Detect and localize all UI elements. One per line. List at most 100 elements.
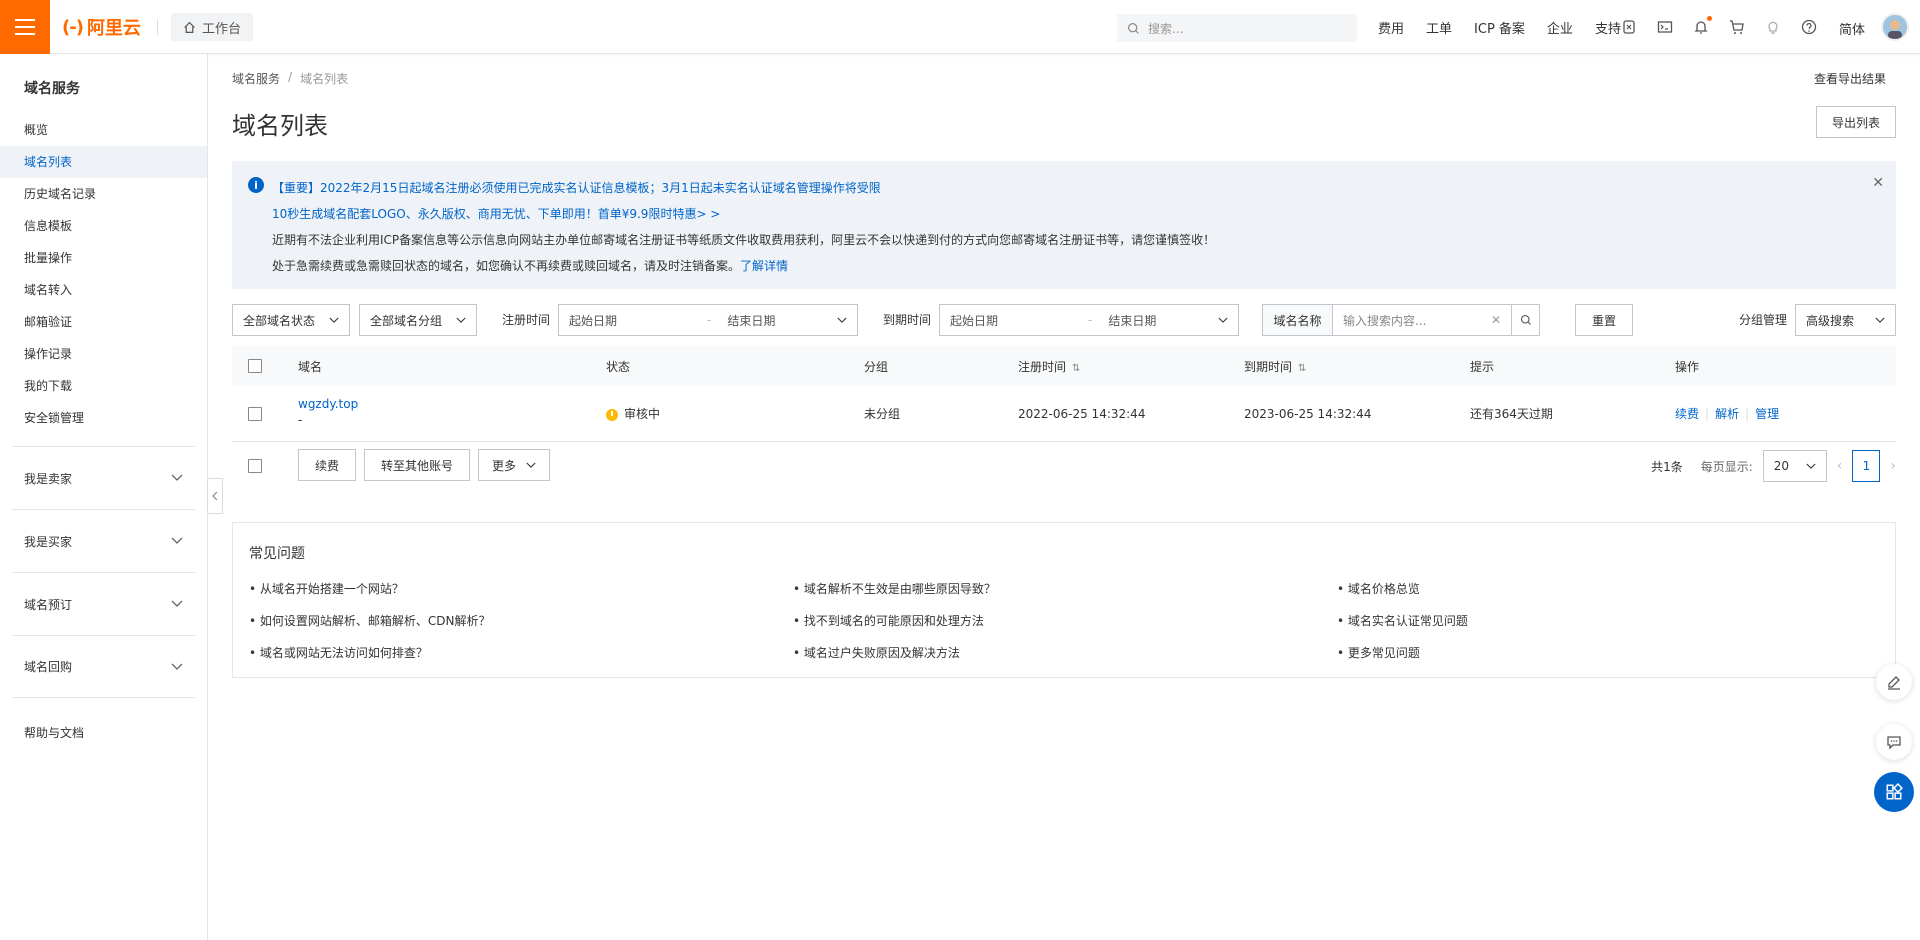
lightbulb-icon[interactable] (1764, 18, 1782, 36)
advanced-search-button[interactable]: 高级搜索 (1795, 304, 1896, 336)
sidebar-group-reserve[interactable]: 域名预订 (12, 572, 195, 635)
search-placeholder: 搜索... (1148, 21, 1184, 36)
top-link-ticket[interactable]: 工单 (1426, 18, 1452, 37)
sidebar-item-security-lock[interactable]: 安全锁管理 (0, 402, 207, 434)
exp-time-label: 到期时间 (883, 313, 932, 327)
view-export-result-link[interactable]: 查看导出结果 (1814, 70, 1886, 87)
prev-page-icon[interactable]: ‹ (1837, 458, 1843, 474)
transfer-account-button[interactable]: 转至其他账号 (364, 449, 470, 481)
notification-dot (1707, 16, 1712, 21)
reg-time-cell: 2022-06-25 14:32:44 (1018, 406, 1146, 421)
faq-link[interactable]: • 更多常见问题 (1337, 645, 1468, 677)
sidebar-item-history[interactable]: 历史域名记录 (0, 178, 207, 210)
terminal-icon[interactable] (1656, 18, 1674, 36)
apps-icon (1886, 783, 1903, 800)
logo-divider (157, 19, 158, 35)
notice-logo-promo[interactable]: 10秒生成域名配套LOGO、永久版权、商用无忧、下单即用！首单¥9.9限时特惠>… (272, 201, 1876, 227)
domain-table: 域名 状态 分组 注册时间 ⇅ 到期时间 ⇅ 提示 操作 wgzdy.top - 审… (232, 346, 1896, 442)
top-link-support[interactable]: 支持 (1595, 18, 1621, 37)
faq-link[interactable]: • 域名价格总览 (1337, 581, 1468, 613)
apps-button[interactable] (1874, 772, 1914, 812)
sidebar-item-transfer-in[interactable]: 域名转入 (0, 274, 207, 306)
chat-button[interactable] (1876, 724, 1912, 760)
next-page-icon[interactable]: › (1890, 458, 1896, 474)
faq-link[interactable]: • 域名解析不生效是由哪些原因导致？ (793, 581, 996, 613)
exp-date-range-picker[interactable]: 起始日期 - 结束日期 (939, 304, 1239, 336)
sidebar-group-buyer[interactable]: 我是买家 (12, 509, 195, 572)
row-checkbox[interactable] (248, 407, 262, 421)
faq-link[interactable]: • 域名实名认证常见问题 (1337, 613, 1468, 645)
sidebar-help-docs[interactable]: 帮助与文档 (24, 724, 84, 741)
export-list-button[interactable]: 导出列表 (1816, 106, 1896, 138)
reg-date-range-picker[interactable]: 起始日期 - 结束日期 (558, 304, 858, 336)
reset-button[interactable]: 重置 (1575, 304, 1633, 336)
manage-link[interactable]: 管理 (1755, 407, 1779, 421)
top-link-enterprise[interactable]: 企业 (1547, 18, 1573, 37)
select-all-checkbox[interactable] (248, 359, 262, 373)
bulk-renew-button[interactable]: 续费 (298, 449, 356, 481)
help-icon[interactable] (1800, 18, 1818, 36)
hamburger-menu-button[interactable] (0, 0, 50, 54)
app-icon[interactable] (1620, 18, 1638, 36)
sidebar-item-downloads[interactable]: 我的下载 (0, 370, 207, 402)
per-page-label: 每页显示: (1700, 459, 1753, 474)
aliyun-logo[interactable]: (-) 阿里云 (62, 14, 141, 40)
sidebar-collapse-handle[interactable] (207, 478, 223, 514)
domain-status-select[interactable]: 全部域名状态 (232, 304, 350, 336)
edit-feedback-button[interactable] (1876, 664, 1912, 700)
sidebar-item-templates[interactable]: 信息模板 (0, 210, 207, 242)
bulk-select-checkbox[interactable] (248, 459, 262, 473)
col-domain: 域名 (298, 359, 323, 374)
col-exp-time[interactable]: 到期时间 ⇅ (1244, 358, 1306, 375)
status-badge: 审核中 (624, 407, 661, 421)
search-button[interactable] (1512, 304, 1540, 336)
sort-icon: ⇅ (1298, 362, 1307, 374)
bell-icon[interactable] (1692, 16, 1712, 36)
sidebar-item-overview[interactable]: 概览 (0, 114, 207, 146)
language-switch[interactable]: 简体 (1839, 19, 1865, 38)
breadcrumb-root[interactable]: 域名服务 (232, 70, 280, 87)
close-icon[interactable]: ✕ (1872, 175, 1884, 191)
table-header: 域名 状态 分组 注册时间 ⇅ 到期时间 ⇅ 提示 操作 (232, 346, 1896, 386)
global-search-input[interactable]: 搜索... (1117, 14, 1357, 42)
workbench-button[interactable]: 工作台 (171, 13, 254, 41)
domain-search-input[interactable]: 输入搜索内容... ✕ (1332, 304, 1512, 336)
domain-link[interactable]: wgzdy.top (298, 397, 358, 411)
cart-icon[interactable] (1728, 18, 1746, 36)
sidebar-item-operation-log[interactable]: 操作记录 (0, 338, 207, 370)
renew-link[interactable]: 续费 (1675, 407, 1699, 421)
exp-time-cell: 2023-06-25 14:32:44 (1244, 406, 1372, 421)
learn-more-link[interactable]: 了解详情 (740, 259, 788, 273)
more-actions-button[interactable]: 更多 (478, 449, 550, 481)
sidebar-item-email-verify[interactable]: 邮箱验证 (0, 306, 207, 338)
sidebar-group-label: 我是买家 (24, 534, 73, 549)
sidebar: 域名服务 概览 域名列表 历史域名记录 信息模板 批量操作 域名转入 邮箱验证 … (0, 54, 208, 940)
faq-link[interactable]: • 域名或网站无法访问如何排查？ (249, 645, 491, 677)
sidebar-group-seller[interactable]: 我是卖家 (12, 446, 195, 509)
sidebar-item-domain-list[interactable]: 域名列表 (0, 146, 207, 178)
domain-group-select[interactable]: 全部域名分组 (359, 304, 477, 336)
clear-icon[interactable]: ✕ (1491, 313, 1501, 327)
dns-resolve-link[interactable]: 解析 (1715, 407, 1739, 421)
search-field-label[interactable]: 域名名称 (1262, 304, 1332, 336)
faq-link[interactable]: • 域名过户失败原因及解决方法 (793, 645, 996, 677)
sidebar-group-buyback[interactable]: 域名回购 (12, 635, 195, 698)
total-count: 共1条 (1651, 459, 1683, 474)
sidebar-item-batch[interactable]: 批量操作 (0, 242, 207, 274)
page-number-current[interactable]: 1 (1852, 450, 1881, 482)
logo-text: 阿里云 (86, 18, 141, 39)
col-reg-time[interactable]: 注册时间 ⇅ (1018, 358, 1080, 375)
faq-link[interactable]: • 如何设置网站解析、邮箱解析、CDN解析？ (249, 613, 491, 645)
top-link-icp[interactable]: ICP 备案 (1474, 18, 1525, 37)
page-size-select[interactable]: 20 (1762, 450, 1827, 482)
notice-important[interactable]: 【重要】2022年2月15日起域名注册必须使用已完成实名认证信息模板；3月1日起… (272, 175, 1876, 201)
top-link-billing[interactable]: 费用 (1378, 18, 1404, 37)
sidebar-title: 域名服务 (24, 81, 80, 97)
home-icon (184, 21, 195, 33)
group-manage-link[interactable]: 分组管理 (1739, 304, 1787, 336)
avatar[interactable] (1881, 13, 1909, 41)
faq-link[interactable]: • 找不到域名的可能原因和处理方法 (793, 613, 996, 645)
exp-end-date: 结束日期 (1108, 313, 1157, 328)
faq-link[interactable]: • 从域名开始搭建一个网站？ (249, 581, 491, 613)
edit-icon (1888, 676, 1900, 690)
